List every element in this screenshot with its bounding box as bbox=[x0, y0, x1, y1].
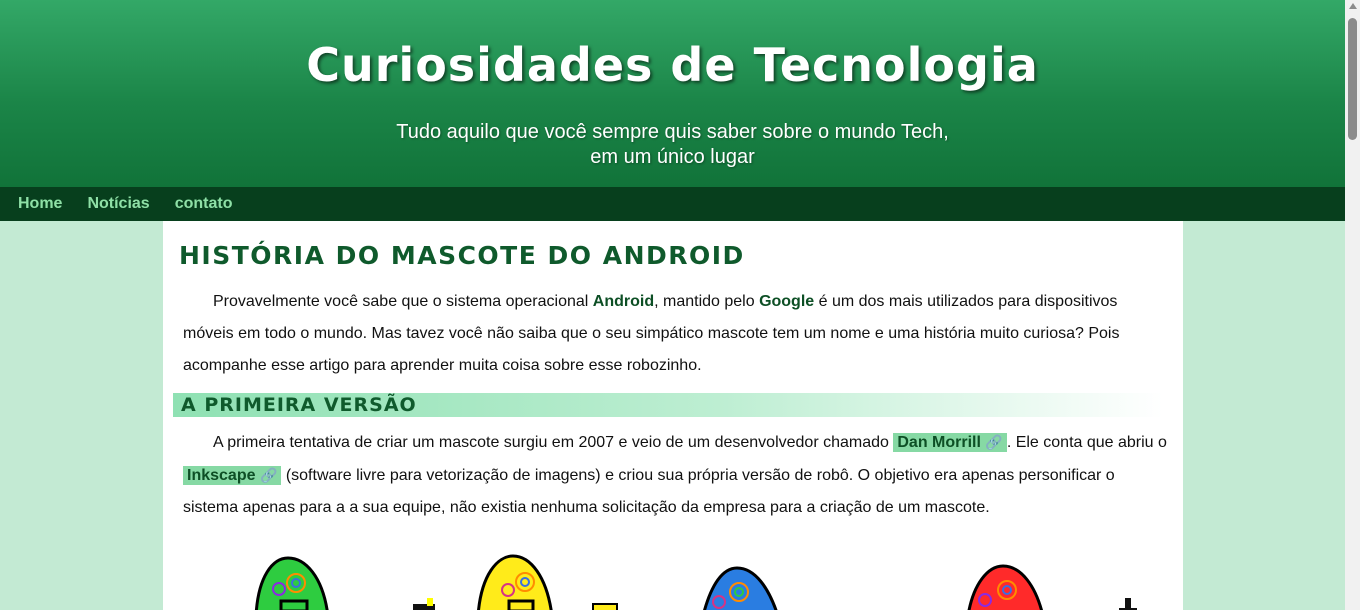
nav-news-link[interactable]: Notícias bbox=[87, 195, 149, 213]
site-header: Curiosidades de Tecnologia Tudo aquilo q… bbox=[0, 0, 1345, 187]
external-link-icon: 🔗 bbox=[259, 467, 278, 483]
small-black-figure-2 bbox=[592, 603, 618, 610]
yellow-mascot-image bbox=[477, 554, 553, 610]
red-mascot-image bbox=[967, 564, 1043, 610]
section-text-2: . Ele conta que abriu o bbox=[1006, 434, 1167, 451]
main-nav: Home Notícias contato bbox=[0, 187, 1345, 221]
inkscape-label: Inkscape bbox=[187, 467, 256, 484]
dan-morrill-link[interactable]: Dan Morrill 🔗 bbox=[893, 433, 1007, 452]
first-version-paragraph: A primeira tentativa de criar um mascote… bbox=[183, 426, 1168, 524]
site-tagline: Tudo aquilo que você sempre quis saber s… bbox=[0, 120, 1345, 170]
vertical-scrollbar[interactable] bbox=[1345, 0, 1360, 610]
dan-morrill-label: Dan Morrill bbox=[897, 434, 981, 451]
intro-text-2: , mantido pelo bbox=[654, 293, 760, 310]
nav-home-link[interactable]: Home bbox=[18, 195, 62, 213]
page: Curiosidades de Tecnologia Tudo aquilo q… bbox=[0, 0, 1345, 610]
small-black-figure-3 bbox=[1119, 598, 1137, 610]
tagline-line-2: em um único lugar bbox=[590, 146, 755, 168]
intro-text-1: Provavelmente você sabe que o sistema op… bbox=[213, 293, 593, 310]
google-strong: Google bbox=[759, 293, 815, 310]
intro-paragraph: Provavelmente você sabe que o sistema op… bbox=[183, 286, 1168, 382]
section-text-1: A primeira tentativa de criar um mascote… bbox=[213, 434, 894, 451]
external-link-icon: 🔗 bbox=[985, 434, 1003, 450]
scrollbar-thumb[interactable] bbox=[1348, 18, 1357, 140]
scroll-up-arrow-icon[interactable] bbox=[1349, 3, 1357, 9]
tagline-line-1: Tudo aquilo que você sempre quis saber s… bbox=[396, 121, 949, 143]
green-mascot-image bbox=[255, 556, 329, 610]
mascots-svg bbox=[255, 554, 1137, 610]
article-content: História do mascote do Android Provavelm… bbox=[163, 221, 1183, 610]
article-title: História do mascote do Android bbox=[179, 241, 745, 270]
section-text-3: (software livre para vetorização de imag… bbox=[183, 467, 1115, 516]
site-title: Curiosidades de Tecnologia bbox=[306, 38, 1039, 92]
inkscape-link[interactable]: Inkscape 🔗 bbox=[183, 466, 282, 485]
section-heading-first-version: A primeira versão bbox=[173, 393, 1163, 417]
small-black-figure-1 bbox=[413, 598, 435, 610]
android-strong: Android bbox=[592, 293, 655, 310]
blue-mascot-image bbox=[703, 566, 778, 610]
early-mascots-illustration bbox=[163, 546, 1183, 610]
nav-contact-link[interactable]: contato bbox=[175, 195, 233, 213]
